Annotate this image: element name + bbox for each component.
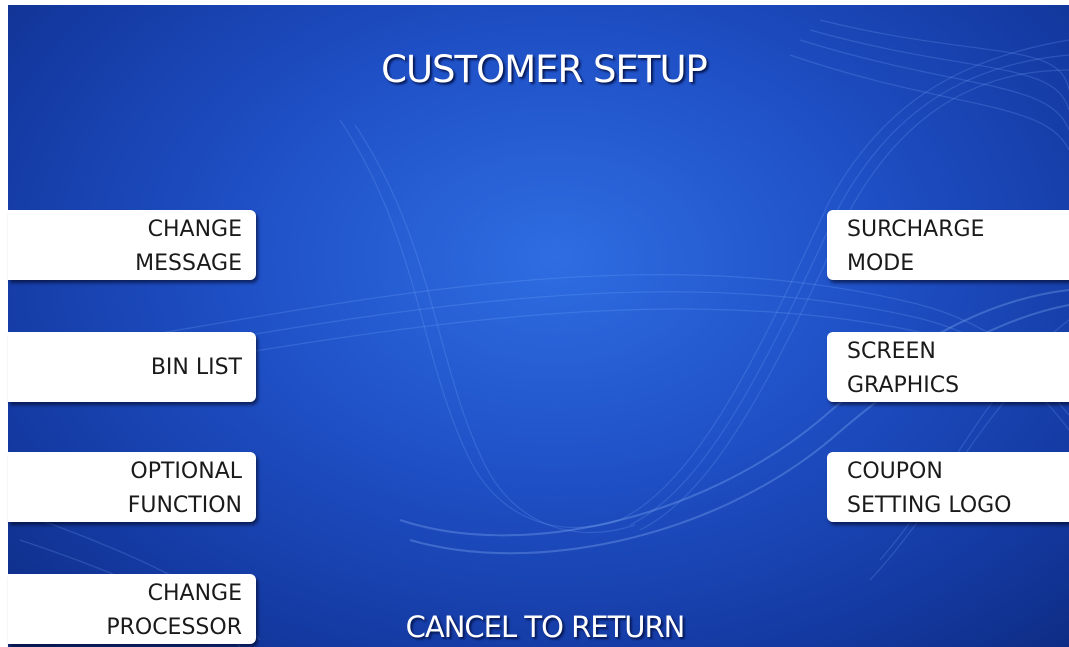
button-label-line: CHANGE [147, 217, 242, 242]
bin-list-button[interactable]: BIN LIST [8, 332, 256, 402]
screen-graphics-button[interactable]: SCREEN GRAPHICS [827, 332, 1069, 402]
button-label-line: BIN LIST [150, 355, 242, 380]
optional-function-button[interactable]: OPTIONAL FUNCTION [8, 452, 256, 522]
button-label-line: SETTING LOGO [847, 493, 1012, 518]
button-label-line: FUNCTION [127, 493, 242, 518]
button-label-line: COUPON [847, 459, 943, 484]
button-label-line: CHANGE [147, 581, 242, 606]
change-processor-button[interactable]: CHANGE PROCESSOR [8, 574, 256, 644]
screen-border-left [0, 0, 8, 647]
page-title: CUSTOMER SETUP [381, 48, 708, 91]
button-label-line: MESSAGE [135, 251, 242, 276]
change-message-button[interactable]: CHANGE MESSAGE [8, 210, 256, 280]
button-label-line: GRAPHICS [847, 373, 960, 398]
coupon-setting-logo-button[interactable]: COUPON SETTING LOGO [827, 452, 1069, 522]
button-label-line: SCREEN [847, 339, 936, 364]
background-wave-graphic [19, 19, 1069, 647]
button-label-line: OPTIONAL [130, 459, 242, 484]
surcharge-mode-button[interactable]: SURCHARGE MODE [827, 210, 1069, 280]
button-label-line: SURCHARGE [847, 217, 985, 242]
button-label-line: PROCESSOR [106, 615, 242, 640]
screen-border-top [0, 0, 1069, 5]
button-label-line: MODE [847, 251, 915, 276]
atm-screen: CUSTOMER SETUP CHANGE MESSAGE BIN LIST O… [0, 0, 1069, 647]
cancel-instruction: CANCEL TO RETURN [405, 610, 686, 644]
